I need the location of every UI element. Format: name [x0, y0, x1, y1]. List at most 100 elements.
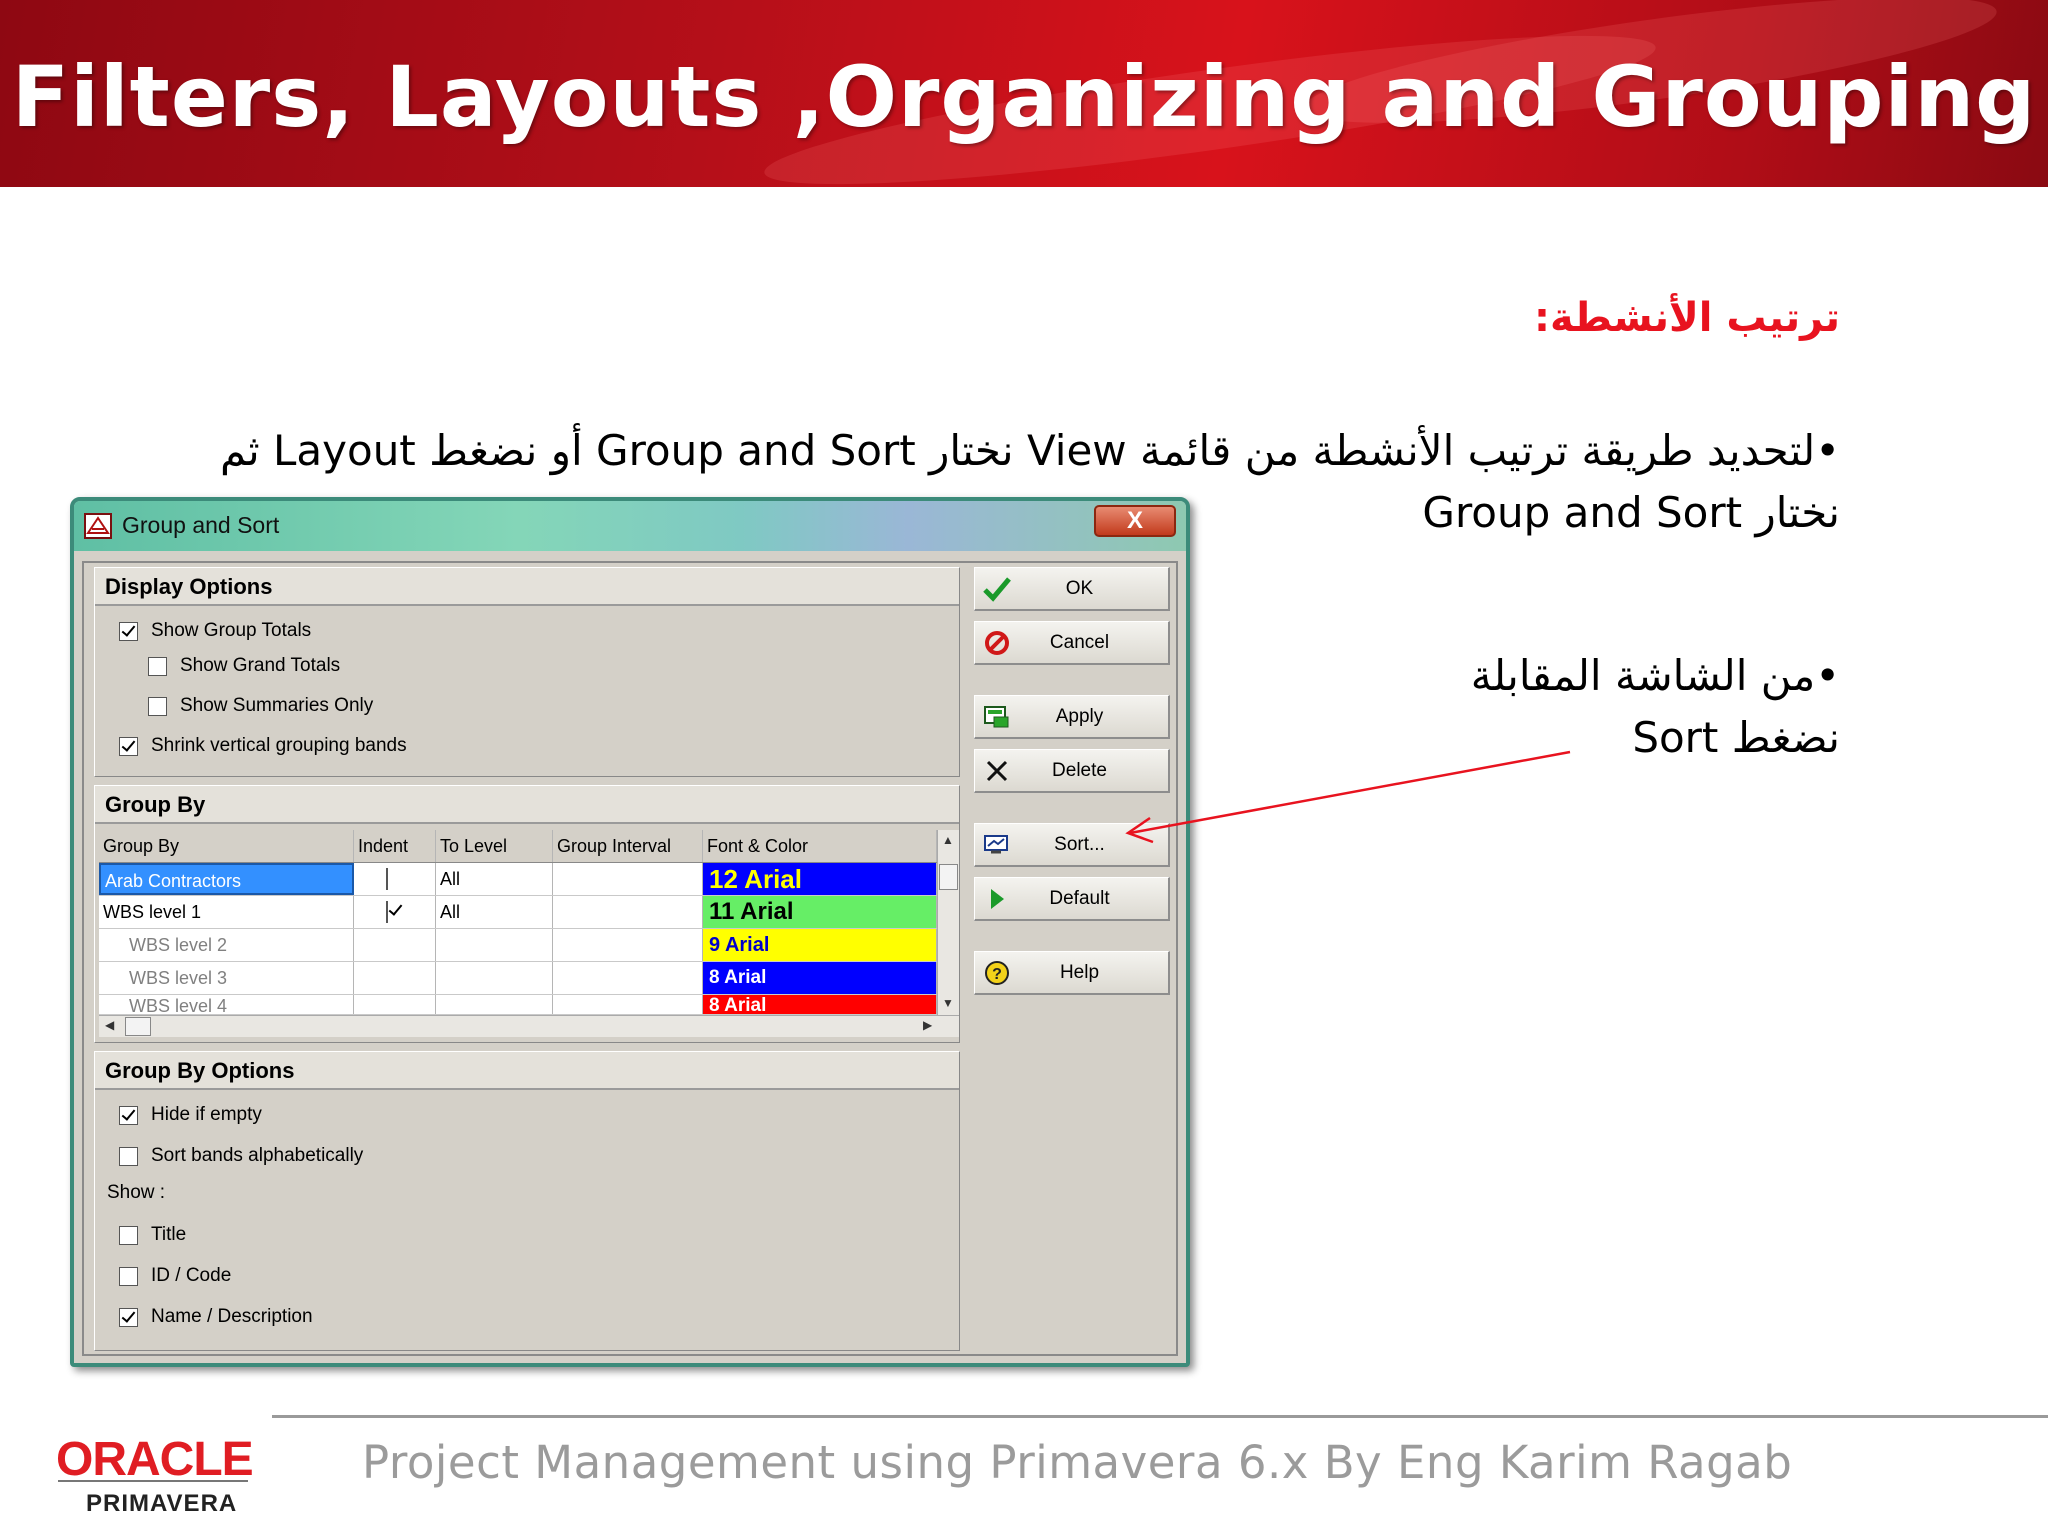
indent-cell[interactable] — [354, 863, 436, 895]
button-label: Delete — [1052, 759, 1107, 781]
checkbox-label: ID / Code — [151, 1265, 232, 1286]
font-color-cell[interactable]: 8 Arial — [703, 962, 937, 994]
grid-header-row: Group By Indent To Level Group Interval … — [99, 830, 937, 863]
dialog-body: Display Options Show Group Totals Show G… — [82, 561, 1178, 1356]
play-triangle-icon — [975, 878, 1019, 919]
group-interval-cell[interactable] — [553, 896, 703, 928]
group-interval-cell[interactable] — [553, 863, 703, 895]
scroll-right-icon[interactable]: ▶ — [923, 1018, 932, 1032]
checkbox-box[interactable] — [148, 696, 167, 716]
checkbox-box[interactable] — [119, 621, 138, 641]
vertical-scrollbar[interactable]: ▲ ▼ — [937, 830, 959, 1015]
checkbox-box[interactable] — [119, 1307, 138, 1327]
column-header-group-by[interactable]: Group By — [99, 830, 354, 862]
table-row[interactable]: WBS level 1 All 11 Arial — [99, 896, 937, 929]
apply-icon — [975, 696, 1019, 737]
scroll-thumb[interactable] — [939, 864, 958, 890]
primavera-app-icon — [84, 513, 112, 539]
group-by-cell[interactable]: WBS level 4 — [99, 995, 354, 1014]
default-button[interactable]: Default — [974, 877, 1170, 921]
indent-cell[interactable] — [354, 962, 436, 994]
column-header-to-level[interactable]: To Level — [436, 830, 553, 862]
table-row[interactable]: WBS level 2 9 Arial — [99, 929, 937, 962]
indent-checkbox[interactable] — [386, 901, 388, 923]
to-level-cell[interactable]: All — [436, 896, 553, 928]
checkbox-label: Sort bands alphabetically — [151, 1145, 364, 1166]
svg-text:?: ? — [992, 966, 1002, 983]
footer-divider — [272, 1415, 2048, 1418]
column-header-indent[interactable]: Indent — [354, 830, 436, 862]
checkbox-box[interactable] — [119, 1105, 138, 1125]
show-name-description-checkbox[interactable]: Name / Description — [119, 1306, 313, 1328]
indent-checkbox[interactable] — [386, 868, 388, 890]
show-summaries-only-checkbox[interactable]: Show Summaries Only — [148, 695, 373, 717]
show-grand-totals-checkbox[interactable]: Show Grand Totals — [148, 655, 340, 677]
checkbox-box[interactable] — [119, 1146, 138, 1166]
scroll-down-icon[interactable]: ▼ — [942, 996, 954, 1010]
to-level-cell[interactable] — [436, 995, 553, 1014]
delete-button[interactable]: Delete — [974, 749, 1170, 793]
show-title-checkbox[interactable]: Title — [119, 1224, 186, 1246]
to-level-cell[interactable] — [436, 962, 553, 994]
checkbox-label: Hide if empty — [151, 1104, 262, 1125]
scroll-up-icon[interactable]: ▲ — [942, 833, 954, 847]
font-color-cell[interactable]: 11 Arial — [703, 896, 937, 928]
slide-header: Filters, Layouts ,Organizing and Groupin… — [0, 0, 2048, 187]
font-color-cell[interactable]: 12 Arial — [703, 863, 937, 895]
scroll-thumb[interactable] — [125, 1017, 151, 1036]
logo-divider — [58, 1480, 248, 1482]
ok-button[interactable]: OK — [974, 567, 1170, 611]
scroll-left-icon[interactable]: ◀ — [105, 1018, 114, 1032]
indent-cell[interactable] — [354, 929, 436, 961]
shrink-vertical-grouping-bands-checkbox[interactable]: Shrink vertical grouping bands — [119, 735, 407, 757]
group-interval-cell[interactable] — [553, 929, 703, 961]
button-label: Sort... — [1054, 833, 1105, 855]
dialog-titlebar[interactable]: Group and Sort X — [74, 501, 1186, 551]
group-by-header: Group By — [95, 786, 959, 824]
show-label: Show : — [107, 1182, 166, 1203]
help-question-icon: ? — [975, 952, 1019, 993]
button-label: Cancel — [1049, 631, 1110, 653]
group-by-cell[interactable]: Arab Contractors — [99, 863, 354, 895]
group-by-cell[interactable]: WBS level 2 — [99, 929, 354, 961]
checkbox-box[interactable] — [119, 736, 138, 756]
primavera-logo: PRIMAVERA — [86, 1490, 238, 1517]
to-level-cell[interactable]: All — [436, 863, 553, 895]
help-button[interactable]: ? Help — [974, 951, 1170, 995]
close-button[interactable]: X — [1094, 505, 1176, 537]
indent-cell[interactable] — [354, 995, 436, 1014]
group-by-cell[interactable]: WBS level 3 — [99, 962, 354, 994]
font-color-cell[interactable]: 9 Arial — [703, 929, 937, 961]
column-header-group-interval[interactable]: Group Interval — [553, 830, 703, 862]
dialog-title: Group and Sort — [122, 512, 280, 538]
checkbox-box[interactable] — [119, 1266, 138, 1286]
group-by-cell[interactable]: WBS level 1 — [99, 896, 354, 928]
apply-button[interactable]: Apply — [974, 695, 1170, 739]
group-by-panel: Group By Group By Indent To Level Group … — [94, 785, 960, 1043]
group-interval-cell[interactable] — [553, 995, 703, 1014]
sort-bands-alphabetically-checkbox[interactable]: Sort bands alphabetically — [119, 1145, 363, 1167]
table-row[interactable]: WBS level 4 8 Arial — [99, 995, 937, 1015]
font-color-cell[interactable]: 8 Arial — [703, 995, 937, 1014]
table-row[interactable]: Arab Contractors All 12 Arial — [99, 863, 937, 896]
checkbox-box[interactable] — [148, 656, 167, 676]
checkbox-label: Show Summaries Only — [180, 695, 374, 716]
column-header-font-color[interactable]: Font & Color — [703, 830, 937, 862]
hide-if-empty-checkbox[interactable]: Hide if empty — [119, 1104, 262, 1126]
indent-cell[interactable] — [354, 896, 436, 928]
show-group-totals-checkbox[interactable]: Show Group Totals — [119, 620, 311, 642]
arabic-bullet-2: •من الشاشة المقابلة نضغط Sort — [1470, 651, 1840, 762]
checkbox-box[interactable] — [119, 1225, 138, 1245]
group-and-sort-dialog: Group and Sort X Display Options Show Gr… — [70, 497, 1190, 1367]
show-id-code-checkbox[interactable]: ID / Code — [119, 1265, 231, 1287]
group-interval-cell[interactable] — [553, 962, 703, 994]
sort-button[interactable]: Sort... — [974, 823, 1170, 867]
cancel-button[interactable]: Cancel — [974, 621, 1170, 665]
slide-title: Filters, Layouts ,Organizing and Groupin… — [11, 48, 2037, 146]
horizontal-scrollbar[interactable]: ◀ ▶ — [99, 1015, 959, 1037]
checkbox-label: Show Grand Totals — [180, 655, 341, 676]
group-by-options-panel: Group By Options Hide if empty Sort band… — [94, 1051, 960, 1351]
to-level-cell[interactable] — [436, 929, 553, 961]
table-row[interactable]: WBS level 3 8 Arial — [99, 962, 937, 995]
checkbox-label: Title — [151, 1224, 187, 1245]
